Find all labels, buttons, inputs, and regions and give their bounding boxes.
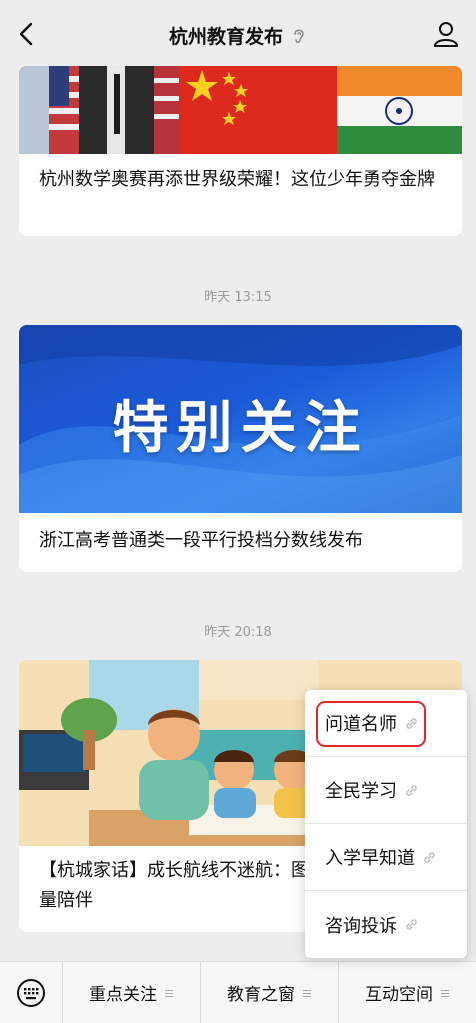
submenu-item-label: 入学早知道 bbox=[325, 848, 415, 869]
menu-tab-label: 互动空间 bbox=[365, 985, 433, 1005]
submenu-item-zixun-tousu[interactable]: 咨询投诉 bbox=[305, 891, 467, 958]
submenu-item-ruxue-zaozhidao[interactable]: 入学早知道 bbox=[305, 824, 467, 891]
submenu-item-quanmin-xuexi[interactable]: 全民学习 bbox=[305, 757, 467, 824]
submenu-item-label: 问道名师 bbox=[325, 714, 397, 735]
menu-lines-icon bbox=[441, 989, 449, 997]
article-image bbox=[19, 66, 462, 154]
bottom-menu-bar: 重点关注 教育之窗 互动空间 bbox=[0, 961, 476, 1023]
timestamp: 昨天 20:18 bbox=[204, 625, 272, 640]
submenu-item-label: 咨询投诉 bbox=[325, 915, 397, 937]
submenu-item-wendao-mingshi[interactable]: 问道名师 bbox=[305, 690, 467, 757]
menu-tab-label: 教育之窗 bbox=[227, 985, 295, 1005]
banner-heading: 特别关注 bbox=[112, 396, 369, 461]
menu-lines-icon bbox=[165, 989, 173, 997]
menu-lines-icon bbox=[303, 989, 311, 997]
link-icon bbox=[424, 851, 435, 863]
menu-tab-jiaoyu-zhichuang[interactable]: 教育之窗 bbox=[200, 962, 338, 1023]
article-card[interactable]: 特别关注 浙江高考普通类一段平行投档分数线发布 bbox=[19, 325, 462, 572]
top-bar: 杭州教育发布 bbox=[0, 0, 476, 66]
page-title-container: 杭州教育发布 bbox=[0, 22, 476, 49]
page-title: 杭州教育发布 bbox=[168, 26, 283, 48]
menu-tab-zhongdian-guanzhu[interactable]: 重点关注 bbox=[62, 962, 200, 1023]
keyboard-toggle[interactable] bbox=[0, 962, 62, 1023]
timestamp: 昨天 13:15 bbox=[204, 290, 272, 305]
menu-tab-hudong-kongjian[interactable]: 互动空间 bbox=[338, 962, 476, 1023]
article-banner: 特别关注 bbox=[19, 325, 462, 513]
menu-tab-label: 重点关注 bbox=[89, 985, 157, 1005]
article-card[interactable]: 杭州数学奥赛再添世界级荣耀！这位少年勇夺金牌 bbox=[19, 66, 462, 236]
link-icon bbox=[406, 784, 417, 796]
keyboard-icon bbox=[17, 978, 45, 1007]
link-icon bbox=[406, 919, 417, 930]
article-title: 杭州数学奥赛再添世界级荣耀！这位少年勇夺金牌 bbox=[39, 169, 435, 190]
submenu-item-label: 全民学习 bbox=[325, 781, 397, 802]
ear-icon bbox=[294, 29, 304, 43]
article-title: 浙江高考普通类一段平行投档分数线发布 bbox=[39, 530, 363, 551]
link-icon bbox=[406, 717, 417, 729]
submenu-popup: 问道名师 全民学习 入学早知道 咨询投诉 bbox=[305, 690, 467, 958]
user-icon[interactable] bbox=[432, 20, 460, 48]
